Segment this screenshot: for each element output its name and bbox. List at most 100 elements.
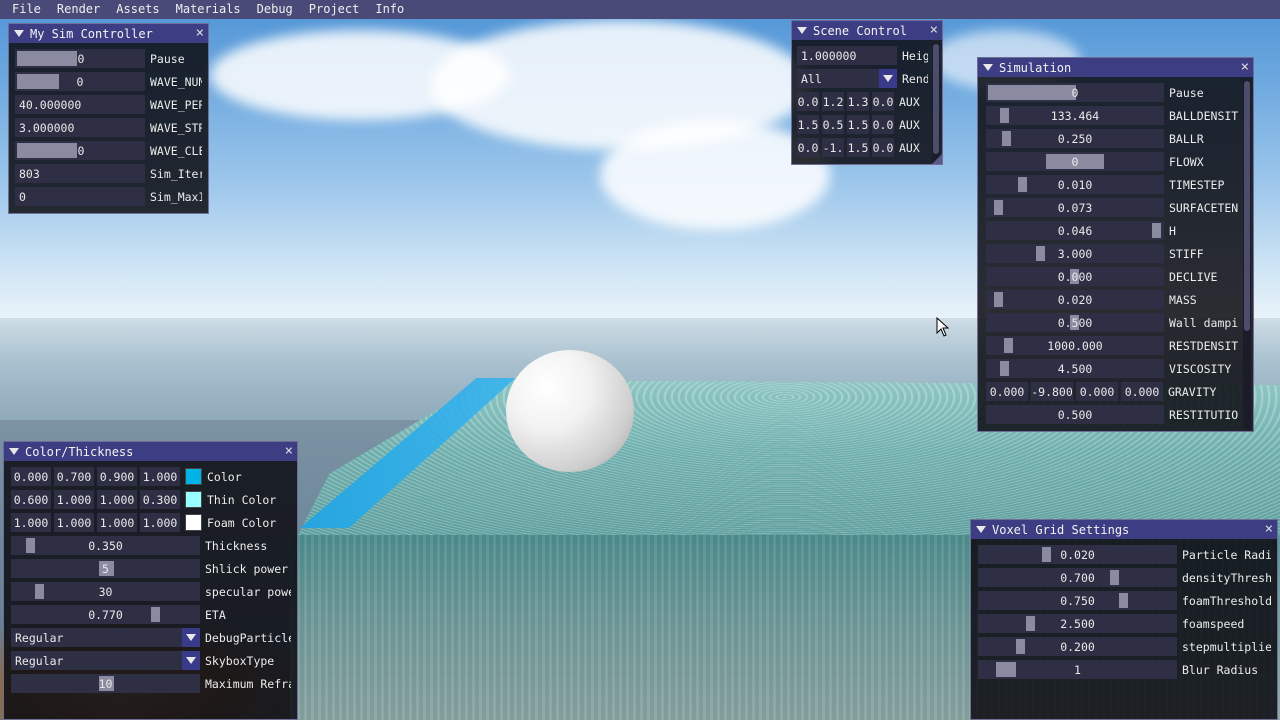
menu-debug[interactable]: Debug: [249, 0, 301, 19]
menu-project[interactable]: Project: [301, 0, 368, 19]
eta-slider[interactable]: 0.770: [11, 605, 200, 624]
color-swatch[interactable]: [185, 468, 202, 485]
color-g[interactable]: 0.700: [54, 467, 94, 486]
color-r[interactable]: 0.600: [11, 490, 51, 509]
skybox-type-combo[interactable]: Regular: [11, 651, 200, 670]
color-b[interactable]: 0.900: [97, 467, 137, 486]
slider-grab[interactable]: [151, 607, 160, 622]
aux-component[interactable]: 1.3: [847, 92, 869, 111]
restdensity-slider[interactable]: 1000.000: [986, 336, 1164, 355]
aux-component[interactable]: 1.5: [847, 138, 869, 157]
thickness-slider[interactable]: 0.350: [11, 536, 200, 555]
window-title-bar[interactable]: Simulation ×: [978, 58, 1253, 77]
menu-render[interactable]: Render: [49, 0, 108, 19]
slider-grab[interactable]: [1002, 131, 1011, 146]
color-a[interactable]: 0.300: [140, 490, 180, 509]
aux-component[interactable]: 0.5: [822, 115, 844, 134]
wave-str-input[interactable]: 3.000000: [15, 118, 145, 137]
slider-grab[interactable]: [1152, 223, 1161, 238]
slider-grab[interactable]: [1000, 108, 1009, 123]
ballr-slider[interactable]: 0.250: [986, 129, 1164, 148]
debug-particle-combo[interactable]: Regular: [11, 628, 200, 647]
blur-radius-slider[interactable]: 1: [978, 660, 1177, 679]
wave-cle-slider[interactable]: 0: [15, 141, 145, 160]
color-a[interactable]: 1.000: [140, 467, 180, 486]
slider-grab[interactable]: [17, 51, 77, 66]
slider-grab[interactable]: [17, 143, 77, 158]
density-threshold-slider[interactable]: 0.700: [978, 568, 1177, 587]
foam-threshold-slider[interactable]: 0.750: [978, 591, 1177, 610]
aux-component[interactable]: 1.5: [847, 115, 869, 134]
color-r[interactable]: 1.000: [11, 513, 51, 532]
slider-grab[interactable]: [1016, 639, 1025, 654]
sim-iter-input[interactable]: 803: [15, 164, 145, 183]
slider-grab[interactable]: [996, 662, 1016, 677]
balldensity-slider[interactable]: 133.464: [986, 106, 1164, 125]
slider-grab[interactable]: [988, 85, 1076, 100]
step-multiplier-slider[interactable]: 0.200: [978, 637, 1177, 656]
menu-info[interactable]: Info: [367, 0, 412, 19]
wave-per-input[interactable]: 40.000000: [15, 95, 145, 114]
window-title-bar[interactable]: Voxel Grid Settings ×: [971, 520, 1277, 539]
gravity-y[interactable]: -9.800: [1031, 382, 1073, 401]
aux-component[interactable]: 0.0: [872, 138, 894, 157]
slider-grab[interactable]: [1004, 338, 1013, 353]
chevron-down-icon[interactable]: [879, 69, 897, 88]
color-g[interactable]: 1.000: [54, 490, 94, 509]
wall-damping-slider[interactable]: 0.500: [986, 313, 1164, 332]
color-r[interactable]: 0.000: [11, 467, 51, 486]
close-icon[interactable]: ×: [196, 25, 204, 41]
chevron-down-icon[interactable]: [182, 628, 200, 647]
slider-grab[interactable]: [1119, 593, 1128, 608]
aux-component[interactable]: 1.5: [797, 115, 819, 134]
window-title-bar[interactable]: Scene Control ×: [792, 21, 942, 40]
color-b[interactable]: 1.000: [97, 513, 137, 532]
menu-materials[interactable]: Materials: [168, 0, 249, 19]
close-icon[interactable]: ×: [930, 22, 938, 38]
scrollbar-thumb[interactable]: [933, 44, 939, 154]
render-combo[interactable]: All: [797, 69, 897, 88]
max-refraction-slider[interactable]: 10: [11, 674, 200, 693]
color-swatch[interactable]: [185, 491, 202, 508]
flowx-slider[interactable]: 0: [986, 152, 1164, 171]
close-icon[interactable]: ×: [1241, 59, 1249, 75]
slider-grab[interactable]: [1042, 547, 1051, 562]
slider-grab[interactable]: [26, 538, 35, 553]
declive-slider[interactable]: 0.000: [986, 267, 1164, 286]
color-swatch[interactable]: [185, 514, 202, 531]
collapse-icon[interactable]: [14, 30, 24, 37]
pause-slider[interactable]: 0: [986, 83, 1164, 102]
scrollbar[interactable]: [1243, 79, 1251, 429]
scrollbar-thumb[interactable]: [1244, 81, 1250, 331]
slider-grab[interactable]: [1026, 616, 1035, 631]
restitution-slider[interactable]: 0.500: [986, 405, 1164, 424]
collapse-icon[interactable]: [797, 27, 807, 34]
slider-grab[interactable]: [1000, 361, 1009, 376]
specular-power-slider[interactable]: 30: [11, 582, 200, 601]
aux-component[interactable]: 1.2: [822, 92, 844, 111]
slider-grab[interactable]: [17, 74, 59, 89]
aux-component[interactable]: 0.0: [797, 138, 819, 157]
mass-slider[interactable]: 0.020: [986, 290, 1164, 309]
collapse-icon[interactable]: [983, 64, 993, 71]
slider-grab[interactable]: [1036, 246, 1045, 261]
foamspeed-slider[interactable]: 2.500: [978, 614, 1177, 633]
pause-slider[interactable]: 0: [15, 49, 145, 68]
close-icon[interactable]: ×: [1265, 521, 1273, 537]
scrollbar[interactable]: [932, 42, 940, 162]
gravity-w[interactable]: 0.000: [1121, 382, 1163, 401]
surfacetension-slider[interactable]: 0.073: [986, 198, 1164, 217]
color-b[interactable]: 1.000: [97, 490, 137, 509]
slider-grab[interactable]: [994, 200, 1003, 215]
gravity-x[interactable]: 0.000: [986, 382, 1028, 401]
timestep-slider[interactable]: 0.010: [986, 175, 1164, 194]
window-title-bar[interactable]: Color/Thickness ×: [4, 442, 297, 461]
resize-grip[interactable]: [932, 154, 942, 164]
shlick-power-slider[interactable]: 5: [11, 559, 200, 578]
window-title-bar[interactable]: My Sim Controller ×: [9, 24, 208, 43]
slider-grab[interactable]: [994, 292, 1003, 307]
color-g[interactable]: 1.000: [54, 513, 94, 532]
aux-component[interactable]: -1.: [822, 138, 844, 157]
sim-maxi-input[interactable]: 0: [15, 187, 145, 206]
collapse-icon[interactable]: [9, 448, 19, 455]
